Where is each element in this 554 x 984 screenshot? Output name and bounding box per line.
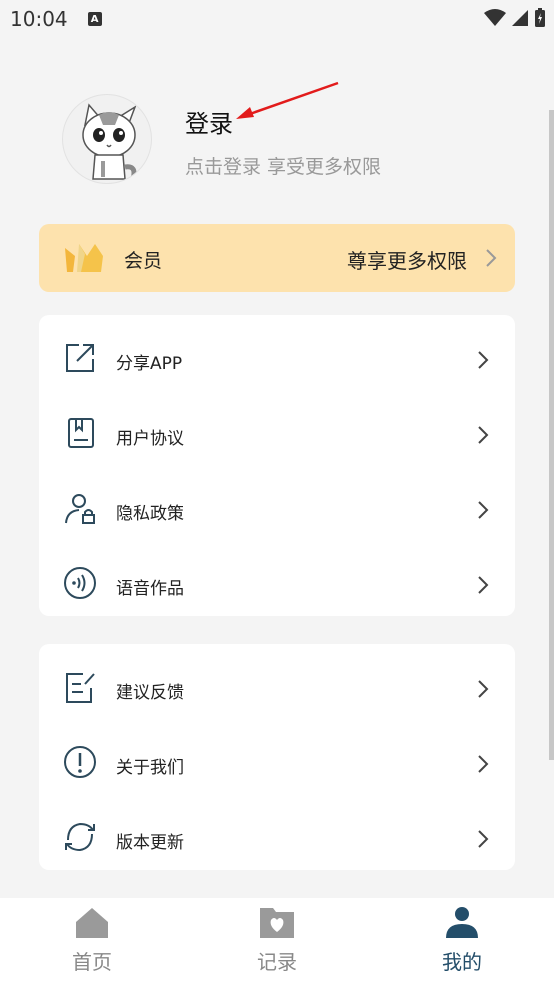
menu-item-label: 建议反馈 bbox=[116, 683, 184, 703]
tab-label: 我的 bbox=[442, 950, 482, 974]
chevron-right-icon bbox=[478, 426, 489, 444]
chevron-right-icon bbox=[478, 830, 489, 848]
login-subtitle: 点击登录 享受更多权限 bbox=[185, 156, 382, 178]
vip-right-text: 尊享更多权限 bbox=[347, 249, 467, 273]
tab-home[interactable]: 首页 bbox=[32, 898, 152, 984]
chevron-right-icon bbox=[478, 755, 489, 773]
record-icon bbox=[260, 908, 294, 938]
privacy-icon bbox=[65, 494, 95, 524]
voice-icon bbox=[64, 567, 96, 599]
status-time: 10:04 bbox=[10, 7, 68, 31]
signal-icon bbox=[512, 10, 528, 26]
annotation-arrow-icon bbox=[236, 81, 339, 119]
menu-item-update[interactable]: 版本更新 bbox=[39, 798, 515, 873]
login-title[interactable]: 登录 bbox=[185, 104, 233, 139]
menu-item-agreement[interactable]: 用户协议 bbox=[39, 394, 515, 469]
menu-item-share[interactable]: 分享APP bbox=[39, 319, 515, 394]
update-icon bbox=[65, 822, 95, 852]
menu-item-label: 用户协议 bbox=[116, 429, 184, 449]
chevron-right-icon bbox=[486, 249, 497, 267]
menu-card-secondary: 建议反馈 关于我们 版本更新 bbox=[39, 644, 515, 870]
tab-label: 记录 bbox=[257, 950, 297, 974]
avatar[interactable] bbox=[62, 94, 152, 184]
feedback-icon bbox=[66, 673, 95, 703]
info-icon bbox=[64, 746, 96, 778]
menu-card-main: 分享APP 用户协议 隐私政策 语音作品 bbox=[39, 315, 515, 616]
status-icons bbox=[484, 8, 546, 28]
status-bar: 10:04 A bbox=[0, 0, 554, 38]
crown-icon bbox=[65, 244, 103, 272]
vip-banner[interactable]: 会员 尊享更多权限 bbox=[39, 224, 515, 292]
share-icon bbox=[66, 344, 94, 372]
menu-item-label: 隐私政策 bbox=[116, 504, 184, 524]
home-icon bbox=[76, 908, 108, 938]
tab-profile[interactable]: 我的 bbox=[402, 898, 522, 984]
menu-item-voice[interactable]: 语音作品 bbox=[39, 544, 515, 619]
menu-item-label: 语音作品 bbox=[116, 579, 184, 599]
chevron-right-icon bbox=[478, 576, 489, 594]
tab-record[interactable]: 记录 bbox=[217, 898, 337, 984]
profile-icon bbox=[446, 907, 478, 938]
tab-label: 首页 bbox=[72, 950, 112, 974]
menu-item-privacy[interactable]: 隐私政策 bbox=[39, 469, 515, 544]
battery-icon bbox=[535, 8, 545, 27]
menu-item-label: 关于我们 bbox=[116, 758, 184, 778]
agreement-icon bbox=[68, 418, 94, 448]
chevron-right-icon bbox=[478, 501, 489, 519]
vip-label: 会员 bbox=[124, 250, 163, 272]
cat-avatar-icon bbox=[82, 103, 137, 180]
menu-item-label: 分享APP bbox=[116, 354, 183, 374]
menu-item-label: 版本更新 bbox=[116, 833, 184, 853]
menu-item-feedback[interactable]: 建议反馈 bbox=[39, 648, 515, 723]
chevron-right-icon bbox=[478, 351, 489, 369]
chevron-right-icon bbox=[478, 680, 489, 698]
notification-a-icon: A bbox=[87, 12, 102, 26]
bottom-tab-bar: 首页 记录 我的 bbox=[0, 898, 554, 984]
menu-item-about[interactable]: 关于我们 bbox=[39, 723, 515, 798]
wifi-icon bbox=[484, 9, 506, 26]
scrollbar[interactable] bbox=[549, 110, 554, 760]
